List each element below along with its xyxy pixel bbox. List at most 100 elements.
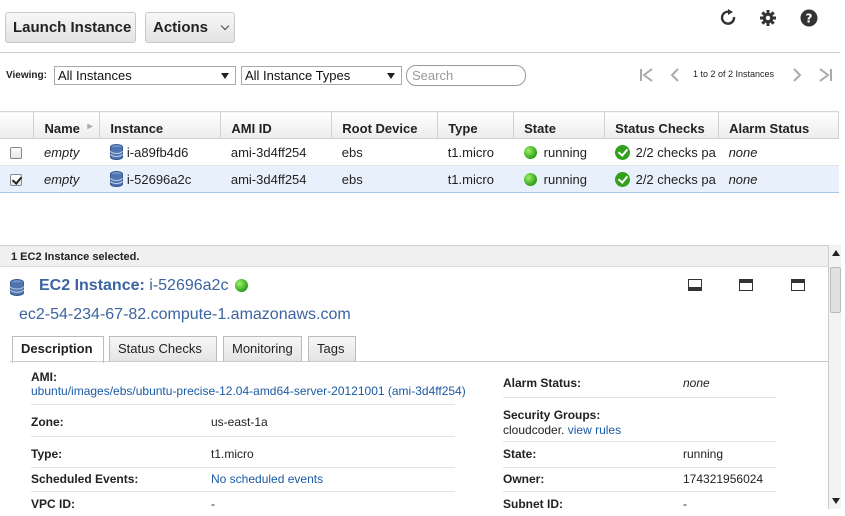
launch-instance-label: Launch Instance — [13, 19, 132, 36]
running-status-icon — [234, 279, 248, 292]
alarm-status-value: none — [683, 376, 710, 390]
type-cell: t1.micro — [437, 165, 514, 193]
toolbar-divider — [0, 52, 840, 53]
field-divider — [31, 491, 455, 492]
root-device-cell: ebs — [331, 138, 438, 166]
state-cell: running — [513, 138, 605, 166]
column-header-state[interactable]: State — [513, 111, 606, 139]
scroll-up-icon[interactable] — [832, 250, 840, 256]
panel-middle-dock-icon[interactable] — [739, 279, 753, 291]
ami-value-link[interactable]: ubuntu/images/ebs/ubuntu-precise-12.04-a… — [31, 384, 466, 398]
last-page-icon[interactable] — [818, 67, 834, 83]
ami-cell: ami-3d4ff254 — [220, 138, 332, 166]
column-header-type[interactable]: Type — [437, 111, 515, 139]
selection-summary: 1 EC2 Instance selected. — [0, 245, 829, 267]
field-divider — [503, 491, 776, 492]
pager-text: 1 to 2 of 2 Instances — [693, 69, 775, 79]
search-placeholder: Search — [412, 68, 454, 83]
vpc-id-value: - — [211, 497, 215, 511]
running-status-icon — [523, 172, 537, 186]
ami-label: AMI: — [31, 370, 57, 384]
subnet-id-value: - — [683, 497, 687, 511]
next-page-icon[interactable] — [790, 67, 804, 83]
search-input[interactable]: Search — [406, 65, 526, 86]
details-scrollbar[interactable] — [828, 245, 841, 509]
selection-summary-text: 1 EC2 Instance selected. — [11, 251, 140, 263]
running-status-icon — [523, 145, 537, 159]
actions-button[interactable]: Actions — [145, 12, 235, 43]
refresh-icon[interactable] — [719, 8, 739, 28]
subnet-id-label: Subnet ID: — [503, 497, 563, 511]
status-checks-cell: 2/2 checks pa — [604, 165, 719, 193]
vpc-id-label: VPC ID: — [31, 497, 76, 511]
tab-monitoring[interactable]: Monitoring — [223, 336, 302, 361]
check-passed-icon — [614, 171, 630, 187]
column-header-status-checks[interactable]: Status Checks — [604, 111, 720, 139]
tag-icon: ▸ — [87, 120, 93, 132]
column-header-alarm-status[interactable]: Alarm Status — [718, 111, 839, 139]
instance-cell: i-a89fb4d6 — [99, 138, 221, 166]
view-rules-link[interactable]: view rules — [568, 423, 621, 437]
instance-cell: i-52696a2c — [99, 165, 221, 193]
field-divider — [503, 441, 776, 442]
type-cell: t1.micro — [437, 138, 514, 166]
help-icon[interactable]: ? — [799, 8, 819, 28]
chevron-down-icon — [220, 21, 230, 31]
instances-filter-select[interactable]: All Instances — [54, 66, 236, 85]
gear-icon[interactable] — [758, 8, 778, 28]
tab-status-checks[interactable]: Status Checks — [109, 336, 217, 361]
launch-instance-button[interactable]: Launch Instance — [5, 12, 136, 43]
previous-page-icon[interactable] — [668, 67, 682, 83]
alarm-status-label: Alarm Status: — [503, 376, 582, 390]
alarm-status-cell: none — [718, 138, 839, 166]
column-header-name[interactable]: Name ▸ — [33, 111, 101, 139]
database-icon — [10, 279, 24, 296]
database-icon — [109, 171, 123, 187]
state-value: running — [683, 447, 724, 461]
zone-value: us-east-1a — [211, 415, 268, 429]
instance-types-select[interactable]: All Instance Types — [241, 66, 402, 85]
row-checkbox-cell — [0, 165, 34, 193]
panel-top-dock-icon[interactable] — [791, 279, 805, 291]
tab-tags[interactable]: Tags — [308, 336, 356, 361]
table-row[interactable]: empty i-a89fb4d6 ami-3d4ff254 ebs t1.mic… — [0, 138, 839, 166]
dropdown-arrow-icon — [387, 73, 395, 79]
row-checkbox-cell — [0, 138, 34, 166]
check-passed-icon — [614, 144, 630, 160]
root-device-cell: ebs — [331, 165, 438, 193]
name-cell: empty — [33, 165, 100, 193]
row-checkbox[interactable] — [10, 147, 22, 160]
tab-description[interactable]: Description — [12, 336, 104, 363]
column-header-ami-id[interactable]: AMI ID — [220, 111, 333, 139]
field-divider — [31, 436, 455, 437]
first-page-icon[interactable] — [638, 67, 654, 83]
status-checks-value: 2/2 checks pa — [635, 171, 716, 187]
instance-types-value: All Instance Types — [245, 68, 351, 83]
dropdown-arrow-icon — [221, 73, 229, 79]
detail-title: EC2 Instance: i-52696a2c — [39, 277, 255, 295]
instance-id: i-52696a2c — [126, 172, 192, 187]
svg-text:?: ? — [806, 12, 813, 26]
database-icon — [109, 144, 123, 160]
state-value: running — [543, 171, 588, 187]
actions-label: Actions — [153, 19, 209, 36]
owner-value: 174321956024 — [683, 472, 764, 486]
row-checkbox[interactable] — [10, 174, 22, 187]
table-row[interactable]: empty i-52696a2c ami-3d4ff254 ebs t1.mic… — [0, 165, 839, 193]
scrollbar-thumb[interactable] — [830, 267, 841, 313]
column-header-root-device[interactable]: Root Device — [331, 111, 439, 139]
owner-label: Owner: — [503, 472, 545, 486]
status-checks-cell: 2/2 checks pa — [604, 138, 719, 166]
type-value: t1.micro — [211, 447, 254, 461]
column-header-instance[interactable]: Instance — [99, 111, 222, 139]
field-divider — [503, 467, 776, 468]
panel-bottom-dock-icon[interactable] — [688, 279, 702, 291]
detail-title-prefix: EC2 Instance: — [39, 277, 145, 294]
field-divider — [503, 397, 776, 398]
security-group-name: cloudcoder. — [503, 423, 565, 437]
scroll-down-icon[interactable] — [832, 498, 840, 504]
scheduled-events-link[interactable]: No scheduled events — [211, 472, 323, 486]
type-label: Type: — [31, 447, 63, 461]
table-header-row: Name ▸ Instance AMI ID Root Device Type … — [0, 111, 839, 139]
security-groups-value: cloudcoder. view rules — [503, 423, 621, 437]
